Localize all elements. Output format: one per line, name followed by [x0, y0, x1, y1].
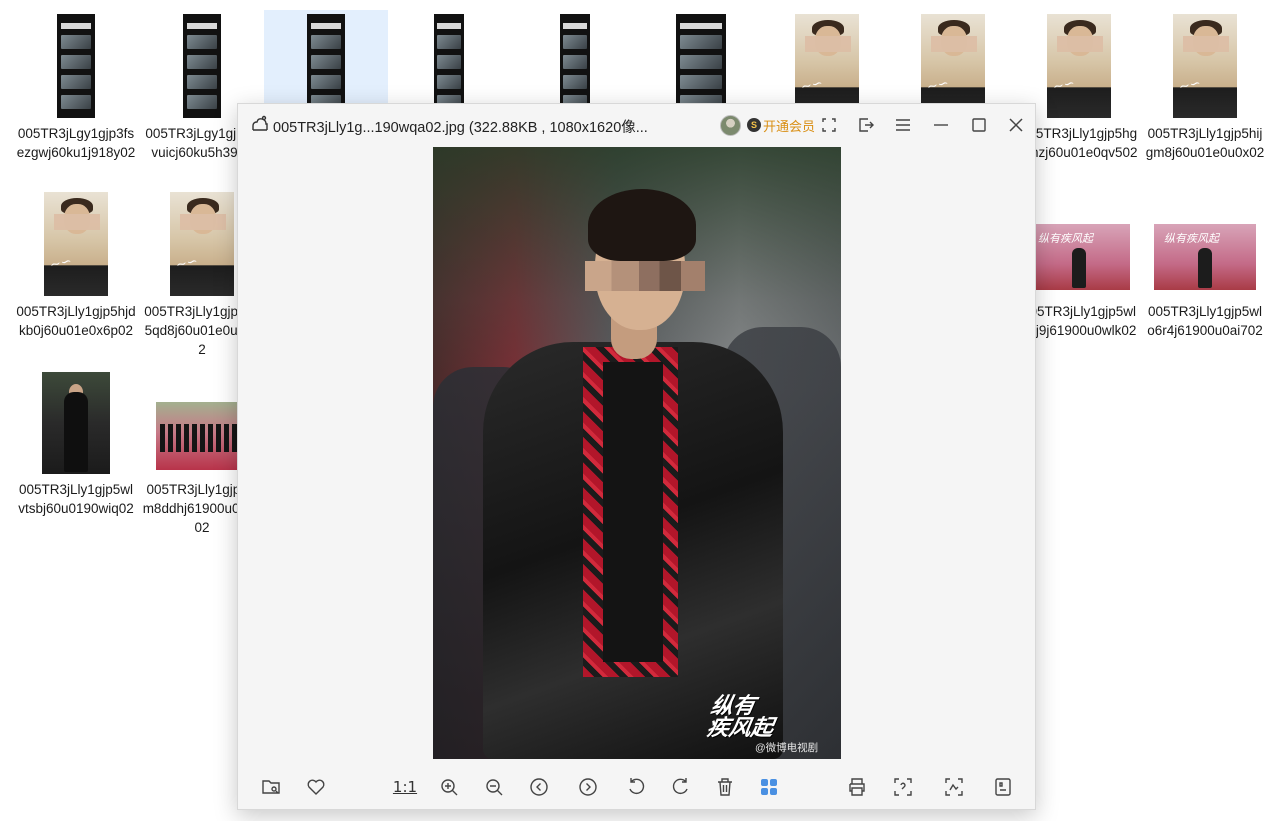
print-button[interactable]	[844, 774, 870, 800]
cloud-photo-icon	[252, 115, 268, 131]
previous-image-button[interactable]	[526, 774, 552, 800]
user-avatar[interactable]	[720, 115, 741, 136]
file-item[interactable]: ~∽ 005TR3jLly1gjp5hjdkb0j60u01e0x6p02	[14, 188, 138, 340]
export-button[interactable]	[854, 113, 878, 137]
heart-icon	[307, 779, 325, 795]
maximize-button[interactable]	[967, 113, 991, 137]
crop-button[interactable]	[941, 774, 967, 800]
file-name: 005TR3jLly1gjp5hjdkb0j60u01e0x6p02	[16, 304, 136, 338]
weibo-watermark: @微博电视剧	[755, 742, 819, 754]
file-thumbnail	[57, 14, 95, 118]
file-thumbnail: ~∽	[1173, 14, 1237, 118]
zoom-in-icon	[441, 779, 458, 796]
actual-size-label: 1:1	[392, 778, 418, 796]
file-thumbnail	[42, 372, 110, 474]
maximize-icon	[972, 118, 986, 132]
file-name: 005TR3jLly1gjp5wlvtsbj60u0190wiq02	[18, 482, 134, 516]
crop-icon	[945, 778, 963, 796]
rotate-right-icon	[672, 778, 688, 795]
rotate-right-button[interactable]	[668, 774, 694, 800]
file-item[interactable]: 005TR3jLly1gjp5wlvtsbj60u0190wiq02	[14, 366, 138, 518]
window-title: 005TR3jLly1g...190wqa02.jpg (322.88KB , …	[273, 120, 648, 136]
viewer-bottom-toolbar: 1:1	[238, 768, 1035, 808]
rotate-left-button[interactable]	[623, 774, 649, 800]
next-image-button[interactable]	[575, 774, 601, 800]
gallery-view-button[interactable]	[756, 774, 782, 800]
zoom-out-icon	[486, 779, 503, 796]
menu-button[interactable]	[891, 113, 915, 137]
minimize-button[interactable]	[929, 113, 953, 137]
file-name: 005TR3jLly1gjp5hijgm8j60u01e0u0x02	[1145, 126, 1265, 160]
file-name: 005TR3jLgy1gjp3fsezgwj60ku1j918y02	[16, 126, 136, 160]
file-thumbnail: ~∽	[44, 192, 108, 296]
document-icon	[995, 778, 1011, 796]
file-thumbnail: 纵有疾风起	[1028, 224, 1130, 290]
folder-icon	[262, 780, 280, 794]
close-button[interactable]	[1004, 113, 1028, 137]
file-thumbnail	[183, 14, 221, 118]
image-info-button[interactable]	[990, 774, 1016, 800]
file-thumbnail	[156, 402, 248, 470]
fullscreen-icon	[822, 118, 836, 132]
viewer-titlebar[interactable]: 005TR3jLly1g...190wqa02.jpg (322.88KB , …	[238, 104, 1035, 146]
export-icon	[859, 118, 874, 132]
file-item[interactable]: 纵有疾风起 005TR3jLly1gjp5wlo6r4j61900u0ai702	[1143, 188, 1267, 340]
file-thumbnail: ~∽	[170, 192, 234, 296]
actual-size-button[interactable]: 1:1	[392, 774, 418, 800]
zoom-in-button[interactable]	[436, 774, 462, 800]
file-thumbnail: 纵有疾风起	[1154, 224, 1256, 290]
file-thumbnail: ~∽	[1047, 14, 1111, 118]
file-item[interactable]: 005TR3jLgy1gjp3fsezgwj60ku1j918y02	[14, 10, 138, 162]
file-item[interactable]: ~∽ 005TR3jLly1gjp5hijgm8j60u01e0u0x02	[1143, 10, 1267, 162]
trash-icon	[718, 778, 732, 796]
fullscreen-button[interactable]	[817, 113, 841, 137]
file-name: 005TR3jLly1gjp5wlo6r4j61900u0ai702	[1147, 304, 1263, 338]
menu-icon	[896, 119, 910, 131]
delete-button[interactable]	[712, 774, 738, 800]
image-viewer-window: 005TR3jLly1g...190wqa02.jpg (322.88KB , …	[237, 103, 1036, 810]
minimize-icon	[934, 124, 948, 126]
displayed-photo[interactable]: 纵有 疾风起 @微博电视剧	[433, 147, 841, 759]
vip-icon: S	[747, 118, 761, 132]
zoom-out-button[interactable]	[481, 774, 507, 800]
vip-upgrade-link[interactable]: 开通会员	[763, 116, 815, 135]
chevron-left-circle-icon	[530, 778, 548, 796]
printer-icon	[849, 778, 865, 796]
ocr-button[interactable]	[890, 774, 916, 800]
open-folder-button[interactable]	[258, 774, 284, 800]
grid-icon	[761, 779, 777, 795]
close-icon	[1009, 118, 1023, 132]
scan-text-icon	[894, 778, 912, 796]
chevron-right-circle-icon	[579, 778, 597, 796]
favorite-button[interactable]	[303, 774, 329, 800]
rotate-left-icon	[629, 778, 645, 795]
drama-logo: 纵有 疾风起	[704, 693, 776, 741]
face-mosaic	[585, 261, 705, 291]
